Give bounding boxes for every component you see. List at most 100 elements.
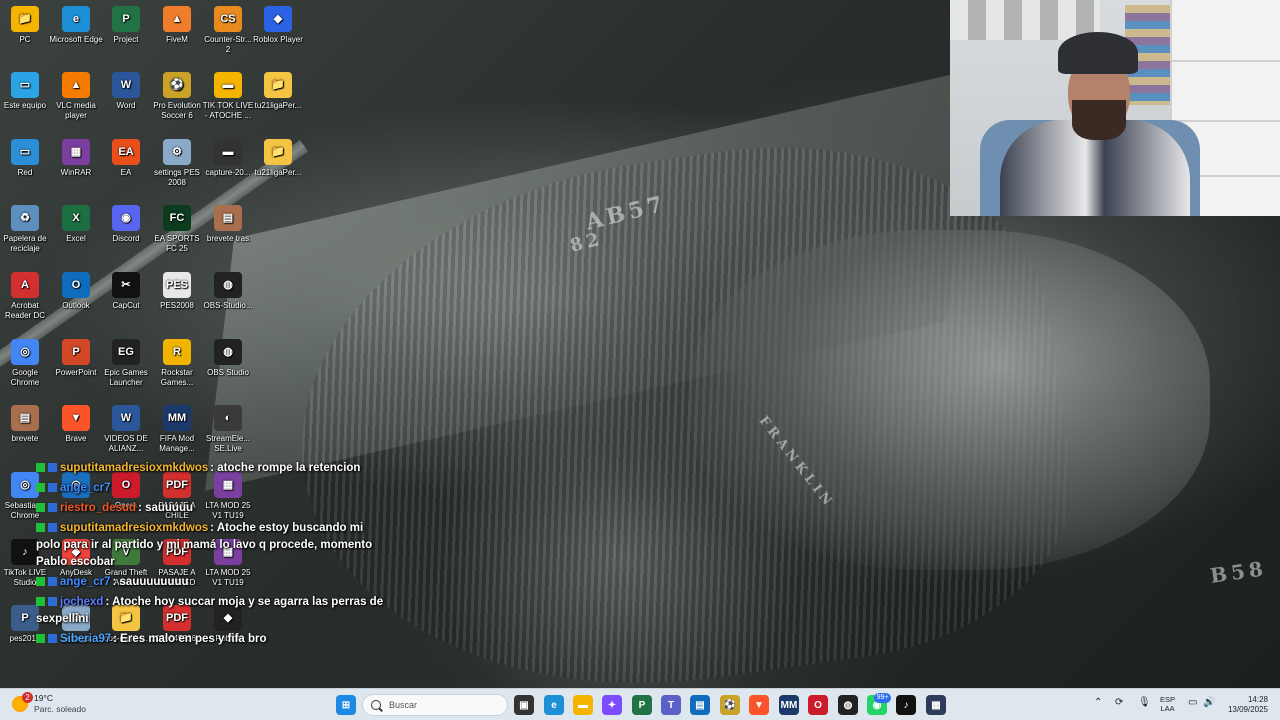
desktop-icon[interactable]: O Outlook: [51, 272, 101, 311]
desktop-icon[interactable]: ▭ Red: [0, 139, 50, 178]
taskbar-store-icon[interactable]: ▤: [690, 695, 710, 715]
chat-message: ange_cr7: [36, 480, 386, 497]
desktop-icon[interactable]: A Acrobat Reader DC: [0, 272, 50, 321]
subscriber-badge-icon: [48, 503, 57, 512]
desktop-icon[interactable]: P Project: [101, 6, 151, 45]
app-icon: MM: [163, 405, 191, 431]
desktop-icon-label: Word: [116, 101, 136, 110]
desktop-icon[interactable]: R Rockstar Games...: [152, 339, 202, 388]
taskbar-pes-icon[interactable]: ⚽: [720, 695, 740, 715]
taskbar-search-box[interactable]: Buscar: [362, 694, 508, 716]
app-icon: ◍: [214, 339, 242, 365]
desktop-icon[interactable]: ▬ TIK TOK LIVE - ATOCHE ...: [203, 72, 253, 121]
app-icon: 📁: [264, 139, 292, 165]
weather-condition: Parc. soleado: [34, 704, 86, 714]
app-icon: ◎: [11, 339, 39, 365]
desktop-icon[interactable]: CS Counter-Str... 2: [203, 6, 253, 55]
taskbar-brave-icon[interactable]: ▼: [749, 695, 769, 715]
taskbar-edge-icon[interactable]: e: [544, 695, 564, 715]
volume-icon[interactable]: 🔊: [1203, 697, 1215, 708]
chat-message: jochexd: Atoche hoy succar moja y se aga…: [36, 594, 386, 628]
app-icon: ◎: [11, 472, 39, 498]
desktop-icon[interactable]: W Word: [101, 72, 151, 111]
desktop-icon[interactable]: e Microsoft Edge: [49, 6, 103, 45]
desktop-icon[interactable]: ◉ Discord: [101, 205, 151, 244]
desktop-icon-label: Roblox Player: [253, 35, 303, 44]
desktop-icon[interactable]: ◍ OBS Studio: [203, 339, 253, 378]
desktop-icon-label: OBS-Studio...: [203, 301, 253, 310]
taskbar-task-view-icon[interactable]: ▣: [514, 695, 534, 715]
chat-message: suputitamadresioxmkdwos: Atoche estoy bu…: [36, 520, 386, 571]
app-icon: FC: [163, 205, 191, 231]
network-icon[interactable]: ▭: [1188, 697, 1197, 708]
taskbar-teams-icon[interactable]: T: [661, 695, 681, 715]
language-indicator[interactable]: ESP LAA: [1160, 695, 1175, 713]
desktop-icon[interactable]: FC EA SPORTS FC 25: [152, 205, 202, 254]
desktop-icon[interactable]: ▭ Este equipo: [0, 72, 50, 111]
weather-alert-badge: 2: [22, 692, 33, 703]
chat-text: : sauuuuu: [138, 502, 194, 514]
system-clock[interactable]: 14:28 13/09/2025: [1224, 695, 1268, 715]
desktop-icon[interactable]: ♻ Papelera de reciclaje: [0, 205, 50, 254]
taskbar-project-icon[interactable]: P: [632, 695, 652, 715]
chat-message: Siberia97: Eres malo en pes y fifa bro: [36, 631, 386, 648]
desktop-icon[interactable]: ⚽ Pro Evolution Soccer 6: [152, 72, 202, 121]
app-icon: P: [62, 339, 90, 365]
desktop-icon-label: Microsoft Edge: [49, 35, 103, 44]
taskbar-mod-manager-icon[interactable]: MM: [779, 695, 799, 715]
taskbar-file-explorer-icon[interactable]: ▬: [573, 695, 593, 715]
desktop-icon-label: Google Chrome: [10, 368, 40, 387]
desktop-icon-label: Papelera de reciclaje: [3, 234, 47, 253]
desktop-icon[interactable]: MM FIFA Mod Manage...: [152, 405, 202, 454]
desktop-icon[interactable]: ✂ CapCut: [101, 272, 151, 311]
taskbar-tiktok-icon[interactable]: ♪: [896, 695, 916, 715]
taskbar-copilot-icon[interactable]: ✦: [602, 695, 622, 715]
microphone-icon[interactable]: 🎙: [1138, 697, 1151, 708]
desktop-icon[interactable]: ▲ VLC media player: [51, 72, 101, 121]
sync-icon[interactable]: ⟳: [1115, 697, 1123, 708]
desktop-icon-label: Rockstar Games...: [160, 368, 194, 387]
desktop-icon-label: FIFA Mod Manage...: [159, 434, 195, 453]
desktop-icon[interactable]: PES PES2008: [152, 272, 202, 311]
desktop-icon[interactable]: ◍ OBS-Studio...: [203, 272, 253, 311]
desktop-icon[interactable]: EG Epic Games Launcher: [101, 339, 151, 388]
taskbar-start-icon[interactable]: ⊞: [336, 695, 356, 715]
desktop-icon[interactable]: ▼ Brave: [51, 405, 101, 444]
desktop-icon[interactable]: ▦ WinRAR: [51, 139, 101, 178]
desktop-icon[interactable]: ⚙ settings PES 2008: [152, 139, 202, 188]
moderator-badge-icon: [36, 634, 45, 643]
moderator-badge-icon: [36, 503, 45, 512]
taskbar-opera-icon[interactable]: O: [808, 695, 828, 715]
desktop-icon[interactable]: 📁 tu21ligaPer...: [253, 72, 303, 111]
desktop-icon[interactable]: ▤ brevete: [0, 405, 50, 444]
taskbar-obs-icon[interactable]: ◍: [838, 695, 858, 715]
chevron-up-icon[interactable]: ⌃: [1094, 697, 1102, 708]
app-icon: ✂: [112, 272, 140, 298]
desktop-icon[interactable]: W VIDEOS DE ALIANZ...: [101, 405, 151, 454]
desktop-icon[interactable]: P PowerPoint: [51, 339, 101, 378]
weather-widget[interactable]: 2 19°C Parc. soleado: [12, 692, 86, 715]
desktop-icon-label: Discord: [112, 234, 140, 243]
desktop-icon[interactable]: ▲ FiveM: [152, 6, 202, 45]
desktop-icon[interactable]: ▤ brevete tras: [203, 205, 253, 244]
desktop-icon[interactable]: ◎ Google Chrome: [0, 339, 50, 388]
taskbar: 2 19°C Parc. soleado ⊞ ▣ e ▬ ✦ P T ▤ ⚽ ▼ MM O ◍ ◉ ♪ ▦ B…: [0, 688, 1280, 720]
desktop-icon[interactable]: 📁 tu21ligaPer...: [253, 139, 303, 178]
desktop-icon-label: VIDEOS DE ALIANZ...: [104, 434, 148, 453]
desktop-icon-label: WinRAR: [60, 168, 92, 177]
weather-temperature: 19°C: [34, 693, 53, 703]
desktop-icon-label: EA: [120, 168, 132, 177]
desktop-icon[interactable]: ◐ StreamEle... SE.Live: [203, 405, 253, 454]
taskbar-app-window-icon[interactable]: ▦: [926, 695, 946, 715]
desktop-icon-label: Epic Games Launcher: [104, 368, 148, 387]
chat-text: : atoche rompe la retencion: [210, 462, 361, 474]
desktop-icon[interactable]: ▬ capture-20...: [203, 139, 253, 178]
desktop-icon[interactable]: 📁 PC: [0, 6, 50, 45]
desktop-icon-label: PES2008: [160, 301, 194, 310]
desktop-icon[interactable]: X Excel: [51, 205, 101, 244]
desktop-icon[interactable]: ◆ Roblox Player: [253, 6, 303, 45]
subscriber-badge-icon: [48, 463, 57, 472]
app-icon: ◉: [112, 205, 140, 231]
moderator-badge-icon: [36, 597, 45, 606]
desktop-icon[interactable]: EA EA: [101, 139, 151, 178]
